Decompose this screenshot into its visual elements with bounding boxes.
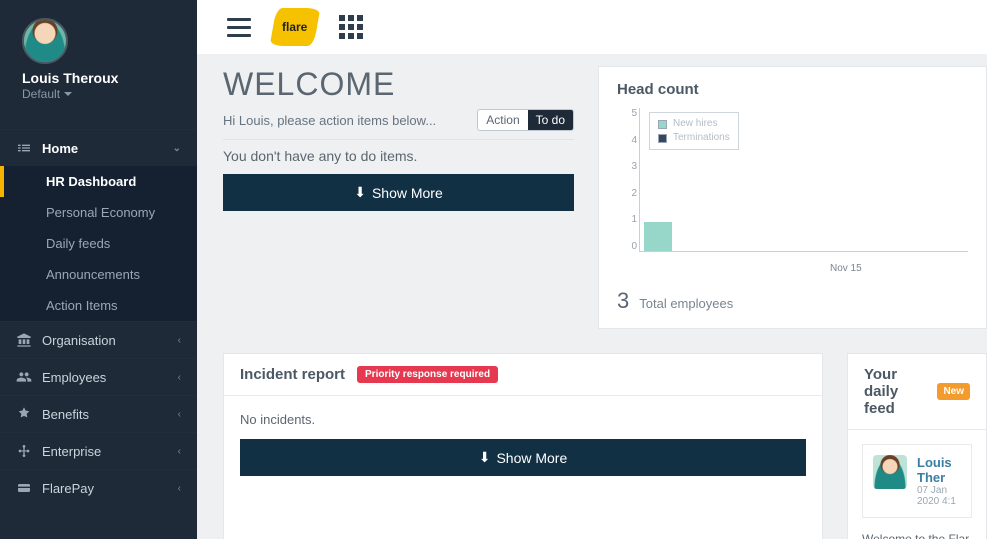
post-time: 07 Jan 2020 4:1	[917, 485, 961, 507]
legend-new-hires: New hires	[673, 117, 717, 131]
x-tick: Nov 15	[830, 263, 862, 274]
y-tick: 1	[623, 214, 637, 225]
page-title: WELCOME	[223, 66, 574, 103]
menu-toggle[interactable]	[227, 18, 251, 37]
chevron-left-icon: ‹	[178, 372, 181, 383]
show-more-label: Show More	[372, 185, 443, 201]
organisation-icon	[16, 332, 32, 348]
show-more-todo-button[interactable]: ⬇ Show More	[223, 174, 574, 211]
user-name: Louis Theroux	[22, 70, 183, 86]
nav-employees[interactable]: Employees ‹	[0, 358, 197, 395]
action-filter-value: To do	[528, 110, 573, 130]
incident-priority-badge: Priority response required	[357, 366, 498, 383]
y-tick: 5	[623, 108, 637, 119]
profile-block: Louis Theroux Default	[0, 0, 197, 111]
sidebar-item-hr-dashboard[interactable]: HR Dashboard	[0, 166, 197, 197]
download-icon: ⬇	[354, 184, 366, 201]
incident-panel: Incident report Priority response requir…	[223, 353, 823, 539]
nav-home[interactable]: Home ⌄	[0, 129, 197, 166]
todo-empty: You don't have any to do items.	[223, 139, 574, 164]
nav-organisation[interactable]: Organisation ‹	[0, 321, 197, 358]
content: WELCOME Hi Louis, please action items be…	[197, 54, 987, 539]
nav-employees-label: Employees	[42, 370, 168, 385]
y-tick: 4	[623, 135, 637, 146]
feed-new-badge: New	[937, 383, 970, 400]
nav-benefits[interactable]: Benefits ‹	[0, 395, 197, 432]
user-role-toggle[interactable]: Default	[22, 87, 72, 101]
caret-down-icon	[64, 92, 72, 96]
y-tick: 2	[623, 188, 637, 199]
total-employees-label: Total employees	[639, 296, 733, 311]
brand-text: flare	[282, 20, 307, 34]
dashboard-icon	[16, 140, 32, 156]
nav: Home ⌄ HR Dashboard Personal Economy Dai…	[0, 129, 197, 506]
benefits-icon	[16, 406, 32, 422]
feed-title: Your daily feed	[864, 366, 925, 417]
welcome-card: WELCOME Hi Louis, please action items be…	[223, 66, 574, 211]
y-tick: 0	[623, 241, 637, 252]
chevron-left-icon: ‹	[178, 335, 181, 346]
sidebar-item-action-items[interactable]: Action Items	[0, 290, 197, 321]
nav-benefits-label: Benefits	[42, 407, 168, 422]
post-avatar	[873, 455, 907, 489]
sidebar: Louis Theroux Default Home ⌄ HR Dashboar…	[0, 0, 197, 539]
nav-home-submenu: HR Dashboard Personal Economy Daily feed…	[0, 166, 197, 321]
flarepay-icon	[16, 480, 32, 496]
topbar: flare	[197, 0, 987, 54]
sidebar-item-daily-feeds[interactable]: Daily feeds	[0, 228, 197, 259]
nav-enterprise[interactable]: Enterprise ‹	[0, 432, 197, 469]
chevron-left-icon: ‹	[178, 483, 181, 494]
feed-post[interactable]: Louis Ther 07 Jan 2020 4:1	[862, 444, 972, 518]
apps-grid-icon[interactable]	[339, 15, 363, 39]
chevron-left-icon: ‹	[178, 409, 181, 420]
action-filter[interactable]: Action To do	[477, 109, 574, 131]
show-more-incident-button[interactable]: ⬇ Show More	[240, 439, 806, 476]
show-more-label: Show More	[496, 450, 567, 466]
user-avatar[interactable]	[22, 18, 68, 64]
user-role-label: Default	[22, 87, 60, 101]
download-icon: ⬇	[479, 449, 491, 466]
legend-terminations: Terminations	[673, 131, 730, 145]
bar-new-hires	[644, 222, 672, 251]
action-filter-label: Action	[478, 110, 527, 130]
sidebar-item-announcements[interactable]: Announcements	[0, 259, 197, 290]
employees-icon	[16, 369, 32, 385]
post-text: Welcome to the Flar	[862, 532, 972, 539]
feed-panel: Your daily feed New Louis Ther 07 Jan 20…	[847, 353, 987, 539]
chevron-left-icon: ‹	[178, 446, 181, 457]
headcount-title: Head count	[617, 81, 968, 98]
incident-empty: No incidents.	[240, 412, 806, 427]
post-author: Louis Ther	[917, 455, 961, 485]
total-employees-number: 3	[617, 288, 629, 314]
nav-flarepay[interactable]: FlarePay ‹	[0, 469, 197, 506]
sidebar-item-personal-economy[interactable]: Personal Economy	[0, 197, 197, 228]
main-area: flare WELCOME Hi Louis, please action it…	[197, 0, 987, 539]
chart-y-axis: 5 4 3 2 1 0	[623, 108, 637, 252]
greeting-text: Hi Louis, please action items below...	[223, 113, 436, 128]
headcount-panel: Head count 5 4 3 2 1 0	[598, 66, 987, 329]
headcount-chart: 5 4 3 2 1 0 New hires Terminations	[623, 108, 968, 278]
incident-title: Incident report	[240, 366, 345, 383]
y-tick: 3	[623, 161, 637, 172]
chart-legend: New hires Terminations	[649, 112, 739, 150]
enterprise-icon	[16, 443, 32, 459]
nav-organisation-label: Organisation	[42, 333, 168, 348]
nav-home-label: Home	[42, 141, 163, 156]
chevron-down-icon: ⌄	[173, 143, 181, 154]
nav-flarepay-label: FlarePay	[42, 481, 168, 496]
brand-logo[interactable]: flare	[270, 8, 321, 46]
nav-enterprise-label: Enterprise	[42, 444, 168, 459]
